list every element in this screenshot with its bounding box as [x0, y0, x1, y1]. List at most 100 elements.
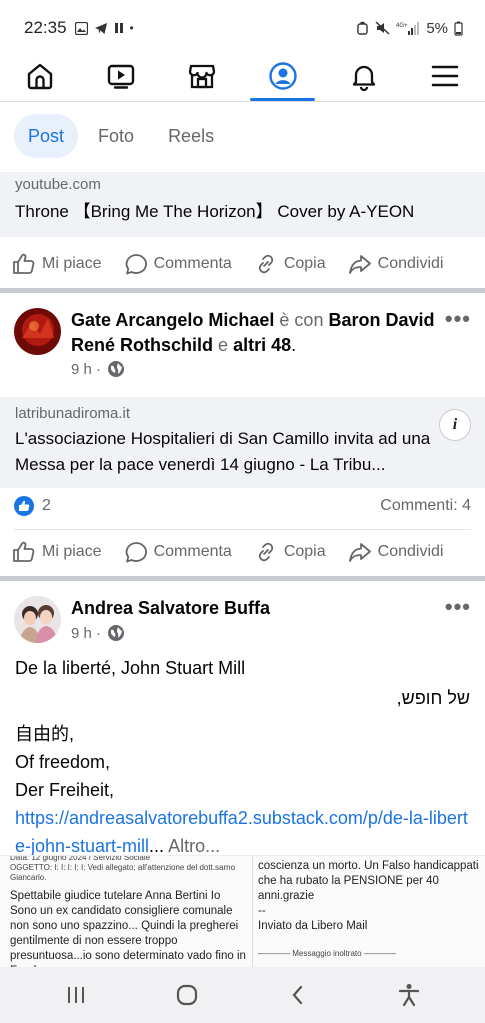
share-label: Condividi [377, 255, 444, 272]
marketplace-icon [188, 64, 216, 88]
post3-line-hebrew: של חופש, [396, 688, 470, 708]
status-bar: 22:35 • 4G+ 5% [0, 0, 485, 56]
link-icon [258, 542, 273, 562]
like-label: Mi piace [42, 255, 102, 272]
status-time: 22:35 [24, 18, 67, 37]
tab-reels[interactable]: Reels [154, 114, 228, 158]
post3-timestamp[interactable]: 9 h · [71, 625, 101, 642]
post2-timestamp[interactable]: 9 h · [71, 361, 101, 378]
nav-menu[interactable] [404, 50, 485, 101]
post2-author-name[interactable]: Gate Arcangelo Michael [71, 310, 274, 330]
post2-reactions-summary: 2 Commenti: 4 [14, 496, 471, 516]
globe-icon [108, 625, 125, 641]
post3-meta: 9 h · [71, 624, 125, 642]
link-icon [258, 254, 273, 274]
avatar-andrea-buffa[interactable] [14, 596, 61, 643]
copy-button[interactable]: Copia [254, 253, 326, 275]
nav-home[interactable] [0, 50, 81, 101]
home-system-button[interactable] [162, 975, 212, 1015]
post3-line: 自由的, [15, 724, 75, 744]
mute-icon [375, 21, 390, 35]
doc-column-separator [252, 856, 253, 967]
nav-video[interactable] [81, 50, 162, 101]
post3-author-line: Andrea Salvatore Buffa [71, 596, 437, 621]
nav-profile[interactable] [242, 50, 323, 101]
doc-forwarded-header: ———— Messaggio inoltrato ———— [258, 949, 396, 958]
post3-author-name[interactable]: Andrea Salvatore Buffa [71, 598, 270, 618]
post3-line: Of freedom, [15, 752, 111, 772]
status-dot: • [129, 21, 134, 35]
attached-doc-left-column: Data: 12 giugno 2024 / Servizio Sociale … [10, 856, 250, 967]
home-circle-icon [176, 984, 197, 1006]
link-title: L'associazione Hospitalieri di San Camil… [15, 429, 431, 474]
share-icon [348, 255, 371, 274]
post2-with-text: è con [279, 310, 324, 330]
post3-line: Der Freiheit, [15, 780, 115, 800]
post2-period: . [291, 335, 297, 355]
doc-date-line: Data: 12 giugno 2024 / Servizio Sociale [10, 855, 151, 862]
accessibility-button[interactable] [384, 975, 434, 1015]
comment-button[interactable]: Commenta [124, 541, 232, 563]
home-icon [28, 63, 53, 89]
copy-label: Copia [283, 255, 326, 272]
link-domain: latribunadiroma.it [15, 405, 131, 422]
tab-post[interactable]: Post [14, 114, 79, 158]
status-system-icons: 4G+ 5% [356, 20, 463, 37]
signal-icon: 4G+ [396, 22, 420, 35]
profile-filter-tabs: Post Foto Reels [14, 114, 228, 158]
see-more-link[interactable]: Altro... [168, 836, 220, 856]
like-label: Mi piace [42, 543, 102, 560]
recent-apps-icon [67, 987, 84, 1003]
nav-notifications[interactable] [323, 50, 404, 101]
status-notification-icons: • [74, 21, 134, 35]
globe-icon [108, 361, 125, 377]
doc-letter-continuation: coscienza un morto. Un Falso handicappat… [258, 860, 479, 902]
post2-like-count[interactable]: 2 [42, 497, 51, 515]
post2-meta: 9 h · [71, 360, 125, 378]
post-separator [0, 288, 485, 293]
top-navigation [0, 50, 485, 102]
back-chevron-icon [292, 985, 303, 1005]
post2-action-bar: Mi piace Commenta Copia Condividi [0, 530, 485, 574]
post3-substack-link[interactable]: https://andreasalvatorebuffa2.substack.c… [15, 808, 468, 856]
post3-more-options-button[interactable]: ••• [445, 594, 471, 620]
thumbs-up-icon [13, 253, 35, 274]
comment-icon [125, 254, 147, 275]
avatar-gate-arcangelo[interactable] [14, 308, 61, 355]
doc-letter-body: Spettabile giudice tutelare Anna Bertini… [10, 890, 246, 967]
copy-button[interactable]: Copia [254, 541, 326, 563]
svg-text:4G+: 4G+ [396, 23, 408, 29]
like-button[interactable]: Mi piace [12, 541, 102, 563]
video-icon [108, 64, 135, 89]
doc-subject-line: OGGETTO: I: I: I: I: I: Vedi allegato; a… [10, 863, 236, 882]
comment-button[interactable]: Commenta [124, 253, 232, 275]
link-title: Throne 【Bring Me The Horizon】 Cover by A… [15, 202, 415, 221]
back-button[interactable] [273, 975, 323, 1015]
accessibility-icon [399, 984, 420, 1007]
recent-apps-button[interactable] [51, 975, 101, 1015]
like-button[interactable]: Mi piace [12, 253, 102, 275]
share-button[interactable]: Condividi [348, 253, 444, 275]
post2-link-preview[interactable]: latribunadiroma.it L'associazione Hospit… [0, 397, 485, 488]
post2-others-link[interactable]: altri 48 [233, 335, 291, 355]
bell-icon [352, 65, 375, 91]
like-reaction-icon [14, 496, 34, 516]
link-domain: youtube.com [15, 176, 101, 193]
post2-and-text: e [218, 335, 229, 355]
comment-icon [125, 542, 147, 563]
hamburger-menu-icon [431, 65, 458, 86]
post2-author-line: Gate Arcangelo Michael è con Baron David… [71, 308, 437, 358]
post1-action-bar: Mi piace Commenta Copia Condividi [0, 242, 485, 286]
post1-link-preview[interactable]: youtube.com Throne 【Bring Me The Horizon… [0, 172, 485, 237]
share-label: Condividi [377, 543, 444, 560]
nav-marketplace[interactable] [162, 50, 243, 101]
android-navigation-bar [0, 967, 485, 1023]
share-button[interactable]: Condividi [348, 541, 444, 563]
copy-label: Copia [283, 543, 326, 560]
post3-attached-image[interactable]: Data: 12 giugno 2024 / Servizio Sociale … [0, 855, 485, 967]
post2-comments-count[interactable]: Commenti: 4 [380, 497, 471, 515]
post2-more-options-button[interactable]: ••• [445, 306, 471, 332]
link-info-button[interactable]: i [439, 409, 471, 441]
tab-foto[interactable]: Foto [84, 114, 148, 158]
battery-percent: 5% [426, 19, 448, 37]
